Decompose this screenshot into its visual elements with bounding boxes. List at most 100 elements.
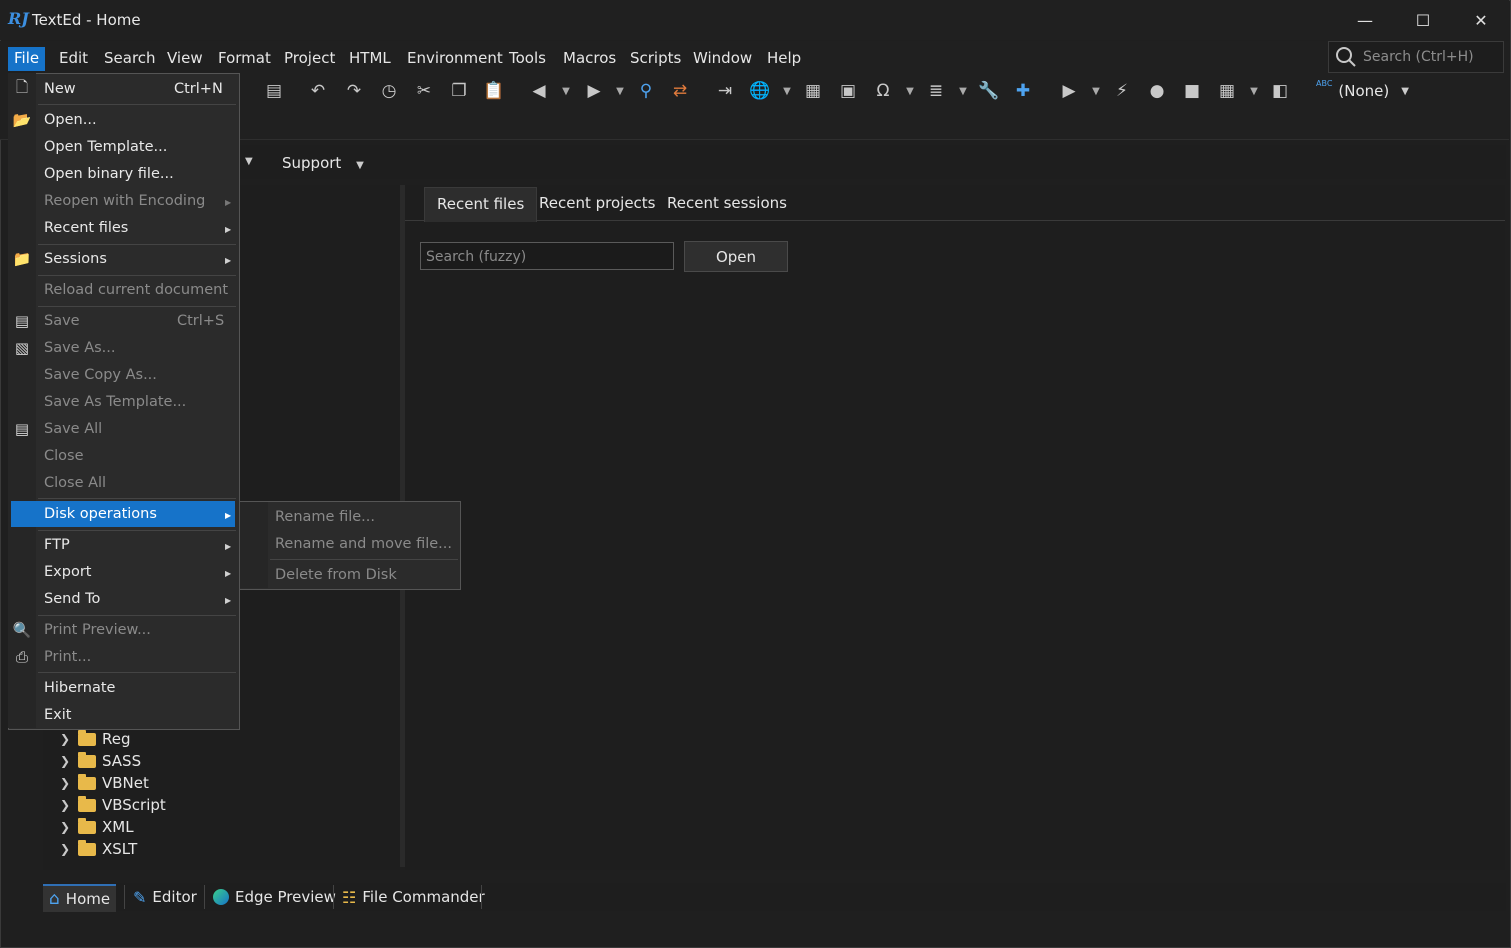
copy-icon[interactable]: ❐	[447, 81, 471, 101]
find-icon[interactable]: ⚲	[634, 81, 658, 101]
bottom-tab-file-commander[interactable]: ☷ File Commander	[336, 884, 491, 910]
menu-window[interactable]: Window	[687, 47, 758, 71]
menu-item-export[interactable]: Export	[44, 564, 91, 580]
menu-item-delete-from-disk[interactable]: Delete from Disk	[275, 567, 397, 583]
close-button[interactable]: ✕	[1452, 0, 1510, 40]
tree-item[interactable]: ❯ Reg	[60, 728, 131, 750]
document-list-dropdown-icon[interactable]: ▼	[957, 81, 969, 101]
menu-item-sessions[interactable]: Sessions	[44, 251, 107, 267]
tree-item[interactable]: ❯ XML	[60, 816, 134, 838]
menu-tools[interactable]: Tools	[503, 47, 552, 71]
menu-item-close[interactable]: Close	[44, 448, 84, 464]
paste-icon[interactable]: 📋	[482, 81, 506, 101]
save-all-icon[interactable]: ▤	[262, 81, 286, 101]
bottom-tab-home[interactable]: ⌂ Home	[43, 884, 117, 912]
undo-icon[interactable]: ↶	[306, 81, 330, 101]
menu-item-save-as[interactable]: Save As...	[44, 340, 116, 356]
menu-item-reopen-encoding[interactable]: Reopen with Encoding	[44, 193, 205, 209]
chevron-right-icon[interactable]: ❯	[60, 776, 74, 790]
menu-item-save-copy-as[interactable]: Save Copy As...	[44, 367, 157, 383]
forward-dropdown-icon[interactable]: ▼	[614, 81, 626, 101]
menu-item-exit[interactable]: Exit	[44, 707, 71, 723]
menu-item-print-preview[interactable]: Print Preview...	[44, 622, 151, 638]
menu-item-send-to[interactable]: Send To	[44, 591, 100, 607]
forward-icon[interactable]: ▶	[582, 81, 606, 101]
menu-edit[interactable]: Edit	[53, 47, 94, 71]
menu-environment[interactable]: Environment	[401, 47, 509, 71]
menu-item-save-all[interactable]: Save All	[44, 421, 102, 437]
menu-scripts[interactable]: Scripts	[624, 47, 687, 71]
layout-icon[interactable]: ▦	[1215, 81, 1239, 101]
tree-item[interactable]: ❯ VBScript	[60, 794, 166, 816]
support-menu[interactable]: Support ▼	[282, 154, 364, 172]
menu-view[interactable]: View	[161, 47, 209, 71]
run-macro-dropdown-icon[interactable]: ▼	[1090, 81, 1102, 101]
bottom-tab-editor[interactable]: ✎ Editor	[127, 884, 203, 910]
document-list-icon[interactable]: ≣	[924, 81, 948, 101]
menu-help[interactable]: Help	[761, 47, 807, 71]
chevron-right-icon[interactable]: ❯	[60, 842, 74, 856]
menu-item-save-as-template[interactable]: Save As Template...	[44, 394, 186, 410]
menu-item-recent-files[interactable]: Recent files	[44, 220, 128, 236]
menu-item-print[interactable]: Print...	[44, 649, 91, 665]
menu-item-rename-move-file[interactable]: Rename and move file...	[275, 536, 452, 552]
menu-item-open-binary[interactable]: Open binary file...	[44, 166, 174, 182]
menu-item-save[interactable]: Save	[44, 313, 80, 329]
tab-recent-files[interactable]: Recent files	[424, 187, 538, 222]
chevron-right-icon[interactable]: ❯	[60, 732, 74, 746]
browser-icon[interactable]: 🌐	[748, 81, 772, 101]
global-search-input[interactable]: Search (Ctrl+H)	[1328, 41, 1504, 73]
menu-macros[interactable]: Macros	[557, 47, 622, 71]
tree-item[interactable]: ❯ SASS	[60, 750, 141, 772]
menu-item-new[interactable]: New	[44, 81, 76, 97]
menu-item-disk-operations[interactable]: Disk operations	[44, 506, 157, 522]
menu-search[interactable]: Search	[98, 47, 162, 71]
run-macro-icon[interactable]: ▶	[1057, 81, 1081, 101]
redo-icon[interactable]: ↷	[342, 81, 366, 101]
maximize-button[interactable]: ☐	[1394, 0, 1452, 40]
layout-dropdown-icon[interactable]: ▼	[1248, 81, 1260, 101]
minimize-button[interactable]: —	[1336, 0, 1394, 40]
back-icon[interactable]: ◀	[527, 81, 551, 101]
menu-item-open-template[interactable]: Open Template...	[44, 139, 167, 155]
preview-icon[interactable]: ▦	[801, 81, 825, 101]
spellcheck-language-selector[interactable]: ABC (None) ▼	[1316, 80, 1409, 102]
menu-project[interactable]: Project	[278, 47, 341, 71]
bottom-tab-edge-preview[interactable]: Edge Preview	[207, 884, 342, 910]
menu-item-open[interactable]: Open...	[44, 112, 97, 128]
menu-html[interactable]: HTML	[343, 47, 397, 71]
back-dropdown-icon[interactable]: ▼	[560, 81, 572, 101]
goto-icon[interactable]: ⇥	[713, 81, 737, 101]
panel-icon[interactable]: ◧	[1268, 81, 1292, 101]
menu-item-rename-file[interactable]: Rename file...	[275, 509, 375, 525]
tab-recent-sessions[interactable]: Recent sessions	[655, 187, 799, 221]
tools-icon[interactable]: 🔧	[977, 81, 1001, 101]
recent-search-input[interactable]: Search (fuzzy)	[420, 242, 674, 270]
menu-file[interactable]: File	[8, 47, 46, 71]
chevron-right-icon[interactable]: ❯	[60, 754, 74, 768]
window-add-icon[interactable]: ▣	[836, 81, 860, 101]
history-icon[interactable]: ◷	[377, 81, 401, 101]
menu-format[interactable]: Format	[212, 47, 277, 71]
chevron-down-icon[interactable]: ▼	[245, 156, 253, 167]
record-icon[interactable]: ●	[1145, 81, 1169, 101]
special-char-icon[interactable]: Ω	[871, 81, 895, 101]
menu-item-ftp[interactable]: FTP	[44, 537, 70, 553]
plugin-icon[interactable]: ✚	[1011, 81, 1035, 101]
quick-macro-icon[interactable]: ⚡	[1110, 81, 1134, 101]
tree-item[interactable]: ❯ XSLT	[60, 838, 137, 860]
file-commander-icon: ☷	[342, 887, 357, 907]
browser-dropdown-icon[interactable]: ▼	[781, 81, 793, 101]
stop-icon[interactable]: ■	[1180, 81, 1204, 101]
special-char-dropdown-icon[interactable]: ▼	[904, 81, 916, 101]
tree-item[interactable]: ❯ VBNet	[60, 772, 149, 794]
chevron-right-icon[interactable]: ❯	[60, 820, 74, 834]
menu-item-hibernate[interactable]: Hibernate	[44, 680, 115, 696]
tab-recent-projects[interactable]: Recent projects	[527, 187, 667, 221]
open-button[interactable]: Open	[684, 241, 788, 272]
chevron-right-icon[interactable]: ❯	[60, 798, 74, 812]
menu-item-close-all[interactable]: Close All	[44, 475, 106, 491]
menu-item-reload[interactable]: Reload current document	[44, 282, 228, 298]
cut-icon[interactable]: ✂	[412, 81, 436, 101]
compare-icon[interactable]: ⇄	[668, 81, 692, 101]
